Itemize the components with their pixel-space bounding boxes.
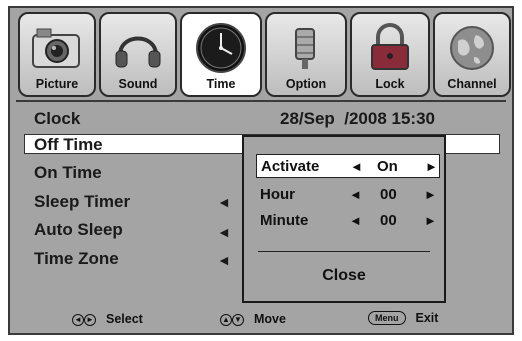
clock-icon [182,20,260,76]
on-time-row[interactable]: On Time [34,163,102,183]
up-down-icon: ▲ ▼ [220,311,244,326]
left-arrow-icon[interactable]: ◄ [350,159,363,174]
tab-lock[interactable]: Lock [350,12,430,97]
tab-channel[interactable]: Channel [433,12,511,97]
hour-label: Hour [260,186,295,203]
move-hint: ▲ ▼ Move [220,311,286,326]
clock-value: 28/Sep /2008 15:30 [280,109,436,128]
osd-menu-frame: Picture Sound Time Option Lock Channel C… [8,6,514,335]
left-arrow-icon[interactable]: ◄ [349,213,362,228]
select-hint: ◄ ► Select [72,311,143,326]
tv-screen: Picture Sound Time Option Lock Channel C… [0,0,522,341]
tab-label: Time [206,77,236,91]
right-arrow-icon[interactable]: ► [424,187,437,202]
tab-picture[interactable]: Picture [18,12,96,97]
footer-bar: ◄ ► Select ▲ ▼ Move Menu Exit [10,305,512,333]
time-zone-row[interactable]: Time Zone [34,249,119,269]
sleep-timer-row[interactable]: Sleep Timer [34,192,130,212]
globe-icon [435,20,509,76]
right-arrow-icon[interactable]: ► [425,159,438,174]
tab-label: Picture [35,77,79,91]
left-right-icon: ◄ ► [72,311,96,326]
left-arrow-icon[interactable]: ◄ [349,187,362,202]
menu-key-icon: Menu [368,311,406,325]
tab-label: Option [285,77,327,91]
lock-icon [352,20,428,76]
off-time-popup: Activate ◄ On ► Hour ◄ 00 ► Minute ◄ 00 … [242,135,446,303]
minute-label: Minute [260,212,309,229]
exit-hint: Menu Exit [368,311,438,325]
hour-value: 00 [380,186,397,203]
camera-icon [20,20,94,76]
select-label: Select [106,311,143,326]
divider [16,100,506,102]
option-icon [267,20,345,76]
clock-label: Clock [34,109,81,128]
activate-value: On [377,158,398,175]
tab-label: Channel [447,77,497,91]
activate-row[interactable]: Activate ◄ On ► [256,154,440,178]
popup-divider [258,251,430,252]
close-button[interactable]: Close [244,267,444,285]
tab-sound[interactable]: Sound [99,12,177,97]
auto-sleep-row[interactable]: Auto Sleep [34,220,123,240]
move-label: Move [254,311,286,326]
minute-row[interactable]: Minute ◄ 00 ► [256,209,440,233]
minute-value: 00 [380,212,397,229]
auto-sleep-left-arrow[interactable]: ◄ [217,224,231,240]
off-time-label: Off Time [34,135,103,154]
tab-label: Sound [118,77,158,91]
tab-option[interactable]: Option [265,12,347,97]
activate-label: Activate [261,158,320,175]
headphones-icon [101,20,175,76]
exit-label: Exit [415,311,439,325]
time-zone-left-arrow[interactable]: ◄ [217,252,231,268]
sleep-timer-left-arrow[interactable]: ◄ [217,194,231,210]
right-arrow-icon[interactable]: ► [424,213,437,228]
tab-time[interactable]: Time [180,12,262,97]
hour-row[interactable]: Hour ◄ 00 ► [256,183,440,207]
tab-label: Lock [375,77,405,91]
